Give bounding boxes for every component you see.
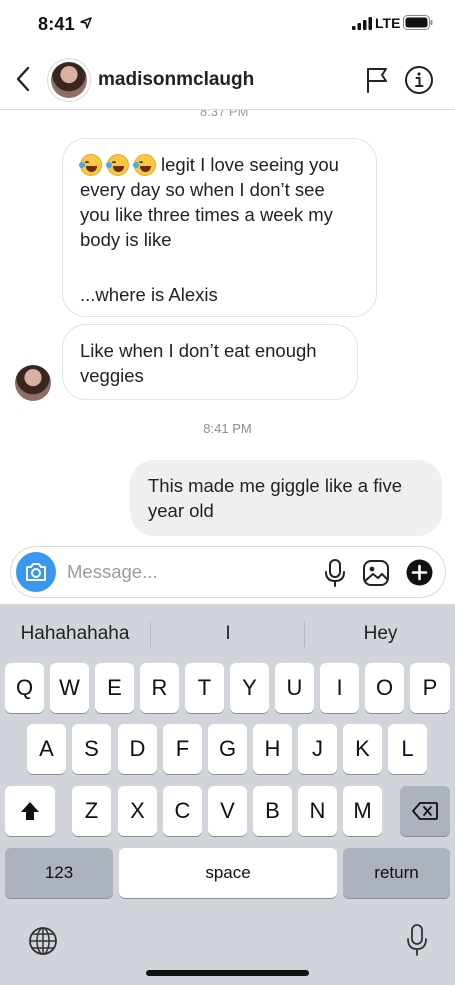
- message-text-line: year old: [148, 500, 214, 521]
- network-label: LTE: [375, 15, 401, 31]
- globe-icon[interactable]: [28, 926, 58, 956]
- suggestion-item[interactable]: Hahahahaha: [0, 623, 150, 645]
- key-d[interactable]: D: [118, 724, 157, 774]
- message-thread[interactable]: 8:37 PM legit I love seeing you every da…: [0, 110, 455, 542]
- divider: [304, 621, 305, 647]
- suggestion-bar: Hahahahaha I Hey: [0, 604, 455, 662]
- camera-icon: [26, 563, 46, 581]
- battery-icon: [403, 15, 433, 30]
- numbers-key[interactable]: 123: [5, 848, 113, 898]
- message-text-line: ...where is Alexis: [80, 284, 218, 305]
- message-text-line: every day so when I don’t see: [80, 179, 325, 200]
- key-y[interactable]: Y: [230, 663, 269, 713]
- outgoing-message[interactable]: This made me giggle like a five year old: [130, 460, 442, 536]
- back-chevron-icon[interactable]: [14, 65, 34, 93]
- key-v[interactable]: V: [208, 786, 247, 836]
- username[interactable]: madisonmclaugh: [98, 69, 254, 91]
- key-h[interactable]: H: [253, 724, 292, 774]
- message-text-line: Like when I don’t eat enough: [80, 340, 317, 361]
- key-g[interactable]: G: [208, 724, 247, 774]
- status-time: 8:41: [38, 14, 75, 34]
- home-indicator: [146, 970, 309, 976]
- key-n[interactable]: N: [298, 786, 337, 836]
- message-input[interactable]: [67, 558, 307, 586]
- laughing-emoji-icon: [106, 153, 129, 176]
- delete-key[interactable]: [400, 786, 450, 836]
- dictation-mic-icon[interactable]: [406, 924, 428, 956]
- signal-icon: [352, 17, 372, 30]
- divider: [150, 621, 151, 647]
- key-u[interactable]: U: [275, 663, 314, 713]
- partial-timestamp: 8:37 PM: [200, 110, 249, 119]
- microphone-icon[interactable]: [324, 559, 346, 587]
- key-l[interactable]: L: [388, 724, 427, 774]
- message-composer: [10, 546, 446, 598]
- key-f[interactable]: F: [163, 724, 202, 774]
- key-r[interactable]: R: [140, 663, 179, 713]
- return-key[interactable]: return: [343, 848, 450, 898]
- key-j[interactable]: J: [298, 724, 337, 774]
- status-bar: 8:41 LTE: [0, 0, 455, 48]
- incoming-message[interactable]: Like when I don’t eat enough veggies: [62, 324, 358, 400]
- sender-avatar[interactable]: [15, 365, 51, 401]
- key-i[interactable]: I: [320, 663, 359, 713]
- avatar-image: [51, 62, 87, 98]
- location-arrow-icon: [80, 17, 92, 29]
- message-text-line: This made me giggle like a five: [148, 475, 402, 496]
- info-icon[interactable]: [404, 65, 434, 95]
- key-x[interactable]: X: [118, 786, 157, 836]
- keyboard: Hahahahaha I Hey Q W E R T Y U I O P A S…: [0, 604, 455, 985]
- backspace-icon: [412, 802, 438, 820]
- key-q[interactable]: Q: [5, 663, 44, 713]
- message-text-line: you like three times a week my: [80, 204, 333, 225]
- shift-icon: [21, 802, 39, 820]
- key-b[interactable]: B: [253, 786, 292, 836]
- flag-icon[interactable]: [366, 67, 388, 93]
- message-text-line: legit I love seeing you: [161, 154, 339, 175]
- incoming-message[interactable]: legit I love seeing you every day so whe…: [62, 138, 377, 317]
- key-z[interactable]: Z: [72, 786, 111, 836]
- key-m[interactable]: M: [343, 786, 382, 836]
- key-k[interactable]: K: [343, 724, 382, 774]
- chat-header: madisonmclaugh: [0, 48, 455, 110]
- key-e[interactable]: E: [95, 663, 134, 713]
- camera-button[interactable]: [16, 552, 56, 592]
- key-a[interactable]: A: [27, 724, 66, 774]
- avatar[interactable]: [47, 58, 91, 102]
- add-icon[interactable]: [406, 559, 433, 586]
- key-t[interactable]: T: [185, 663, 224, 713]
- suggestion-item[interactable]: Hey: [306, 623, 455, 645]
- laughing-emoji-icon: [133, 153, 156, 176]
- key-s[interactable]: S: [72, 724, 111, 774]
- key-o[interactable]: O: [365, 663, 404, 713]
- shift-key[interactable]: [5, 786, 55, 836]
- gallery-icon[interactable]: [362, 559, 390, 587]
- message-text-line: veggies: [80, 365, 144, 386]
- laughing-emoji-icon: [79, 153, 102, 176]
- key-w[interactable]: W: [50, 663, 89, 713]
- suggestion-item[interactable]: I: [152, 623, 304, 645]
- key-p[interactable]: P: [410, 663, 450, 713]
- message-text-line: body is like: [80, 229, 172, 250]
- key-c[interactable]: C: [163, 786, 202, 836]
- message-timestamp: 8:41 PM: [203, 421, 252, 436]
- space-key[interactable]: space: [119, 848, 337, 898]
